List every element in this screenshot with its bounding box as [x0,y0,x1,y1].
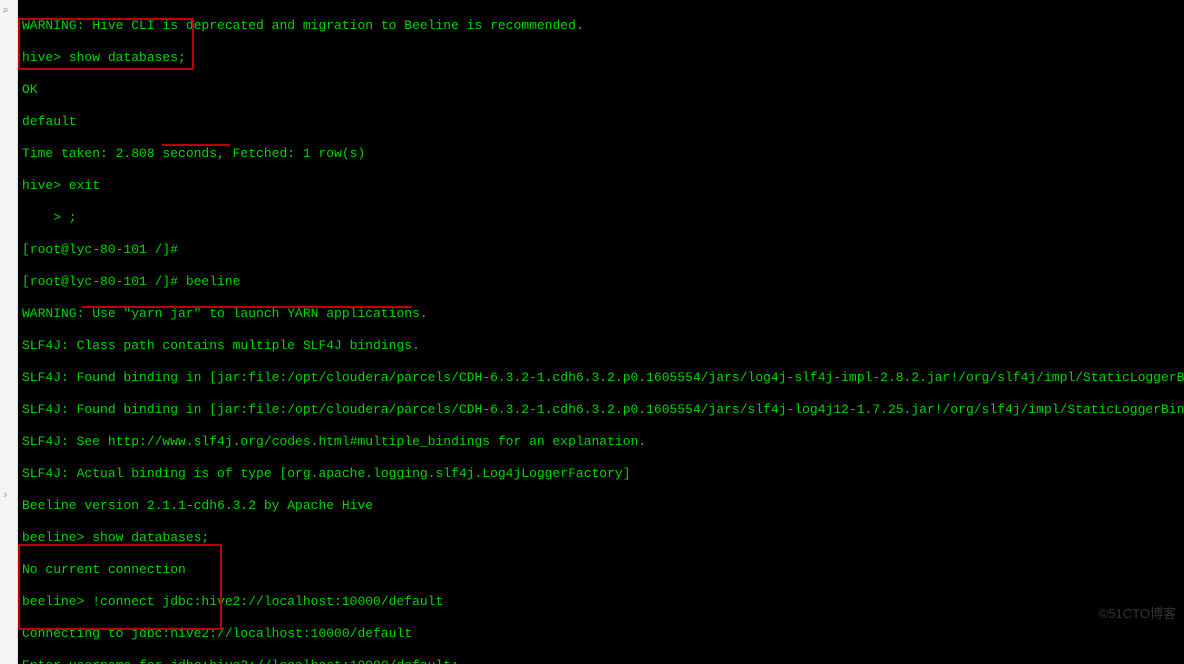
terminal-line: WARNING: Hive CLI is deprecated and migr… [22,18,1180,34]
terminal-line: [root@lyc-80-101 /]# [22,242,1180,258]
terminal-line: Time taken: 2.808 seconds, Fetched: 1 ro… [22,146,1180,162]
terminal-line: WARNING: Use "yarn jar" to launch YARN a… [22,306,1180,322]
terminal-line: hive> exit [22,178,1180,194]
editor-gutter: ⌕ › [0,0,18,664]
terminal-line: Connecting to jdbc:hive2://localhost:100… [22,626,1180,642]
terminal-line: No current connection [22,562,1180,578]
terminal-line: default [22,114,1180,130]
terminal-line: OK [22,82,1180,98]
terminal-line: SLF4J: See http://www.slf4j.org/codes.ht… [22,434,1180,450]
terminal-line: beeline> !connect jdbc:hive2://localhost… [22,594,1180,610]
terminal-line: SLF4J: Class path contains multiple SLF4… [22,338,1180,354]
terminal-line: beeline> show databases; [22,530,1180,546]
terminal-line: SLF4J: Found binding in [jar:file:/opt/c… [22,402,1180,418]
terminal-output[interactable]: WARNING: Hive CLI is deprecated and migr… [18,0,1184,664]
terminal-line: SLF4J: Actual binding is of type [org.ap… [22,466,1180,482]
terminal-line: > ; [22,210,1180,226]
terminal-line: hive> show databases; [22,50,1180,66]
terminal-line: [root@lyc-80-101 /]# beeline [22,274,1180,290]
terminal-line: Beeline version 2.1.1-cdh6.3.2 by Apache… [22,498,1180,514]
expand-arrow-icon[interactable]: › [2,488,14,500]
terminal-line: SLF4J: Found binding in [jar:file:/opt/c… [22,370,1180,386]
terminal-line: Enter username for jdbc:hive2://localhos… [22,658,1180,664]
search-icon[interactable]: ⌕ [2,4,14,16]
